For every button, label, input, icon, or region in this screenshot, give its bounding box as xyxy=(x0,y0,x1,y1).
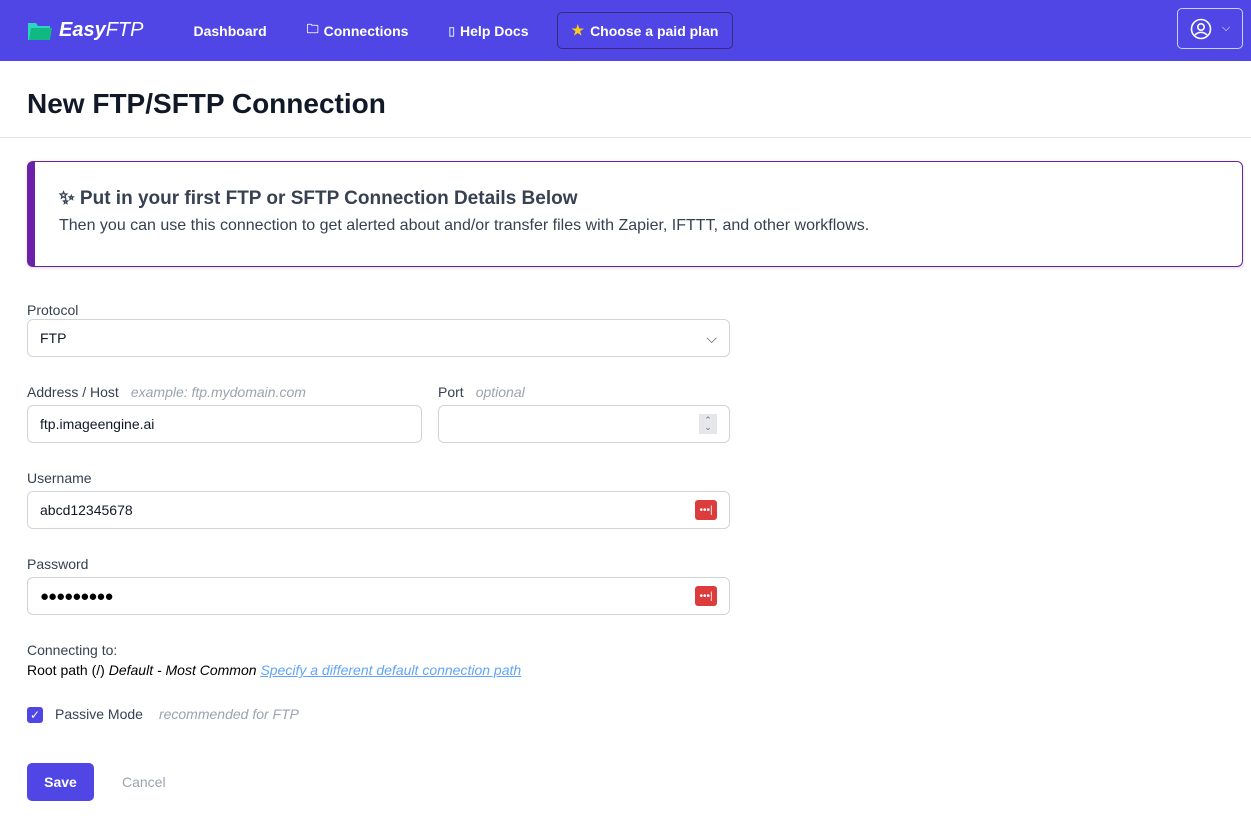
specify-path-link[interactable]: Specify a different default connection p… xyxy=(260,662,521,678)
port-label: Port xyxy=(438,384,464,400)
host-value: ftp.imageengine.ai xyxy=(40,416,155,432)
host-hint: example: ftp.mydomain.com xyxy=(130,384,306,400)
nav-label: Connections xyxy=(323,22,409,39)
username-input[interactable]: abcd12345678 •••| xyxy=(27,491,730,529)
path-row: Root path (/) Default - Most Common Spec… xyxy=(27,662,521,678)
spinner-icon[interactable]: ⌃ ⌄ xyxy=(699,414,717,434)
sparkles-icon: ✨︎ xyxy=(59,188,75,209)
cancel-button[interactable]: Cancel xyxy=(122,774,166,790)
user-avatar-icon xyxy=(1190,18,1212,39)
root-path: Root path (/) xyxy=(27,662,105,678)
brand-bold: Easy xyxy=(59,19,106,41)
passive-hint: recommended for FTP xyxy=(158,706,299,722)
passive-mode-checkbox[interactable]: ✓ xyxy=(27,707,43,723)
check-icon: ✓ xyxy=(29,708,41,722)
folder-icon xyxy=(28,22,52,40)
protocol-label: Protocol xyxy=(27,302,79,318)
folder-icon: 🗀 xyxy=(306,22,319,36)
brand-logo[interactable]: Easy FTP xyxy=(27,19,144,42)
info-banner: ✨︎ Put in your first FTP or SFTP Connect… xyxy=(27,161,1243,267)
page-title: New FTP/SFTP Connection xyxy=(27,88,386,119)
nav-dashboard[interactable]: Dashboard xyxy=(194,23,267,39)
chevron-down-icon: ⌵ xyxy=(1221,22,1231,34)
chevron-down-icon: ⌵ xyxy=(706,329,717,346)
password-value: ●●●●●●●●● xyxy=(40,587,114,605)
nav-help-docs[interactable]: ▯ Help Docs xyxy=(448,23,528,39)
protocol-value: FTP xyxy=(40,330,67,346)
banner-text: Then you can use this connection to get … xyxy=(59,217,870,234)
port-hint: optional xyxy=(475,384,525,400)
plan-label: Choose a paid plan xyxy=(590,22,719,39)
host-input[interactable]: ftp.imageengine.ai xyxy=(27,405,422,443)
nav-label: Dashboard xyxy=(193,22,267,39)
host-label: Address / Host xyxy=(27,384,119,400)
nav-connections[interactable]: 🗀 Connections xyxy=(307,20,409,41)
username-label: Username xyxy=(27,470,92,486)
password-input[interactable]: ●●●●●●●●● •••| xyxy=(27,577,730,615)
passive-row: Passive Mode recommended for FTP xyxy=(55,706,299,722)
top-nav: Easy FTP Dashboard 🗀 Connections ▯ Help Doc… xyxy=(0,0,1251,61)
save-button[interactable]: Save xyxy=(27,763,94,801)
brand-light: FTP xyxy=(105,19,144,41)
banner-title: Put in your first FTP or SFTP Connection… xyxy=(79,188,578,209)
password-label: Password xyxy=(27,556,89,572)
user-menu-button[interactable]: ⌵ xyxy=(1177,8,1243,49)
password-manager-icon[interactable]: •••| xyxy=(695,586,717,606)
passive-label[interactable]: Passive Mode xyxy=(55,706,143,722)
page-header: New FTP/SFTP Connection xyxy=(0,61,1251,138)
username-value: abcd12345678 xyxy=(40,502,133,518)
protocol-select[interactable]: FTP ⌵ xyxy=(27,319,730,357)
port-input[interactable]: ⌃ ⌄ xyxy=(438,405,730,443)
choose-plan-button[interactable]: ★ Choose a paid plan xyxy=(556,12,734,49)
document-icon: ▯ xyxy=(448,23,456,38)
port-label-row: Port optional xyxy=(438,384,525,400)
star-icon: ★ xyxy=(571,22,585,38)
default-text: Default - Most Common xyxy=(108,662,257,678)
host-label-row: Address / Host example: ftp.mydomain.com xyxy=(27,384,306,400)
password-manager-icon[interactable]: •••| xyxy=(695,500,717,520)
connecting-label: Connecting to: xyxy=(27,642,118,658)
nav-label: Help Docs xyxy=(460,22,529,39)
